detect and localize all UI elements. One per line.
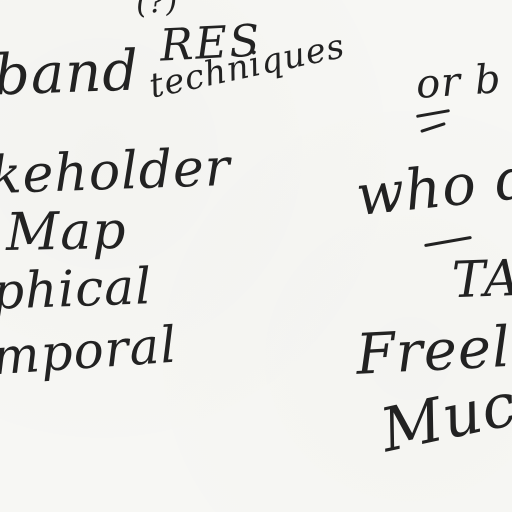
right-line-who-does: who d: [353, 145, 512, 230]
left-line-band: band: [0, 38, 141, 109]
right-line-much: Muc: [374, 369, 512, 467]
handwritten-note-page: (?) RES techniques band keholder Map phi…: [0, 0, 512, 512]
left-line-map: Map: [5, 200, 128, 264]
top-fragment: (?): [134, 0, 180, 22]
right-line-ta: TA: [451, 248, 512, 310]
or-underline-2: [420, 122, 446, 133]
left-line-stakeholder: keholder: [0, 137, 232, 207]
or-underline-1: [415, 109, 451, 118]
dash-above-ta: [424, 235, 472, 248]
left-line-graphical: phical: [0, 257, 153, 321]
left-line-temporal: mporal: [0, 315, 180, 387]
right-line-or: or b: [414, 56, 504, 108]
